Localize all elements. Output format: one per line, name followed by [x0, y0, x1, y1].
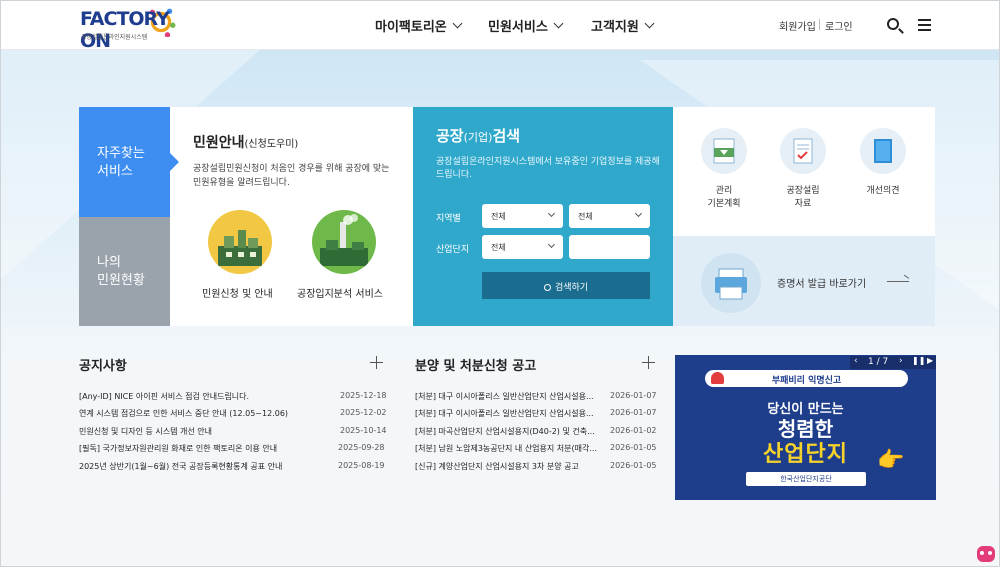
industrial-complex-label: 산업단지: [436, 245, 470, 255]
row-title: [처분] 대구 이시아폴리스 일반산업단지 산업시설용...: [415, 409, 594, 418]
region-select-1[interactable]: 전체: [482, 204, 563, 228]
row-date: 2026-01-07: [610, 391, 657, 400]
pointing-hand-icon: 👉: [877, 448, 905, 473]
hamburger-menu-icon[interactable]: [918, 19, 931, 31]
row-date: 2025-08-19: [338, 461, 385, 470]
management-plan-label[interactable]: 관리 기본계획: [684, 185, 764, 211]
certificate-issue-label[interactable]: 증명서 발급 바로가기: [777, 275, 866, 290]
next-arrow-icon[interactable]: ›: [899, 356, 903, 366]
civil-application-label[interactable]: 민원신청 및 안내: [202, 285, 273, 300]
row-date: 2026-01-05: [610, 443, 657, 452]
row-title: [신규] 계양산업단지 산업시설용지 3차 분양 공고: [415, 462, 579, 471]
select-value: 전체: [491, 212, 506, 221]
row-title: [Any-ID] NICE 아이핀 서비스 점검 안내드립니다.: [79, 392, 250, 401]
pill-text: 부패비리 익명신고: [771, 376, 842, 386]
nav-label: 고객지원: [591, 19, 639, 35]
nav-my-factory-on[interactable]: 마이팩토리온: [375, 0, 463, 50]
row-title: [필독] 국가정보자원관리원 화재로 인한 팩토리온 이용 안내: [79, 444, 278, 453]
chevron-down-icon: [547, 209, 556, 218]
banner-pager: ‹ 1 / 7 › ❚❚ ▶: [850, 356, 936, 369]
row-date: 2026-01-05: [610, 461, 657, 470]
search-button[interactable]: 검색하기: [482, 272, 650, 299]
row-title: [처분] 마곡산업단지 산업시설용지(D40-2) 및 건축...: [415, 427, 595, 436]
sale-more-plus-icon[interactable]: [642, 356, 655, 369]
industrial-complex-select[interactable]: 전체: [482, 235, 563, 259]
select-value: 전체: [491, 243, 506, 252]
chevron-down-icon: [553, 18, 564, 28]
region-label: 지역별: [436, 214, 461, 224]
row-date: 2025-10-14: [340, 426, 387, 435]
factory-on-logo[interactable]: FACTORY ON 공장설립온라인지원시스템: [80, 8, 190, 52]
tab-frequent-services[interactable]: 자주찾는 서비스: [79, 107, 179, 217]
select-value: 전체: [578, 212, 593, 221]
service-guide-title: 민원안내(신청도우미): [193, 132, 298, 152]
document-check-icon[interactable]: [780, 128, 826, 174]
search-icon[interactable]: [887, 18, 899, 30]
prev-arrow-icon[interactable]: ‹: [854, 356, 858, 366]
factory-chimney-icon[interactable]: [312, 210, 376, 274]
factory-building-icon[interactable]: [208, 210, 272, 274]
document-plan-icon[interactable]: [701, 128, 747, 174]
quick-label: 공장설립 자료: [786, 186, 820, 209]
pause-icon[interactable]: ❚❚: [912, 356, 925, 365]
nav-label: 마이팩토리온: [375, 19, 447, 35]
row-date: 2026-01-07: [610, 408, 657, 417]
nav-civil-service[interactable]: 민원서비스: [488, 0, 564, 50]
service-guide-desc: 공장설립민원신청이 처음인 경우를 위해 공장에 맞는 민원유형을 알려드립니다…: [193, 164, 390, 188]
siren-icon: [711, 372, 724, 384]
region-select-2[interactable]: 전체: [569, 204, 650, 228]
nav-customer-support[interactable]: 고객지원: [591, 0, 655, 50]
title-end: 검색: [492, 127, 521, 145]
company-search-desc: 공장설립온라인지원시스템에서 보유중인 기업정보를 제공해드립니다.: [436, 157, 660, 180]
arrow-right-icon: [887, 281, 909, 282]
mascot-icon[interactable]: [977, 546, 995, 562]
button-label: 검색하기: [554, 283, 589, 293]
book-icon[interactable]: [860, 128, 906, 174]
row-date: 2026-01-02: [610, 426, 657, 435]
title-sub: (기업): [463, 131, 493, 144]
row-date: 2025-09-28: [338, 443, 385, 452]
join-link[interactable]: 회원가입: [779, 18, 816, 33]
chevron-down-icon: [644, 18, 655, 28]
row-title: 민원신청 및 디자인 등 시스템 개선 안내: [79, 427, 213, 436]
row-title: 2025년 상반기(1월~6월) 전국 공장등록현황통계 공표 안내: [79, 462, 283, 471]
play-icon[interactable]: ▶: [927, 356, 933, 365]
site-header: FACTORY ON 공장설립온라인지원시스템 마이팩토리온 민원서비스 고객지…: [0, 0, 1000, 52]
tab-label: 나의 민원현황: [97, 255, 145, 288]
search-icon: [543, 284, 551, 291]
row-date: 2025-12-02: [340, 408, 387, 417]
nav-label: 민원서비스: [488, 19, 548, 35]
logo-subtitle: 공장설립온라인지원시스템: [81, 34, 148, 41]
company-search-title: 공장(기업)검색: [436, 125, 520, 146]
title-main: 민원안내: [193, 135, 245, 151]
row-title: [처분] 남원 노암제3농공단지 내 산업용지 처분(매각...: [415, 444, 597, 453]
quick-label: 관리 기본계획: [707, 186, 741, 209]
tab-label: 자주찾는 서비스: [97, 146, 145, 179]
chevron-down-icon: [452, 18, 463, 28]
improvement-opinion-label[interactable]: 개선의견: [843, 185, 923, 198]
row-title: [처분] 대구 이시아폴리스 일반산업단지 산업시설용...: [415, 392, 594, 401]
banner-footer: 한국산업단지공단: [746, 472, 866, 486]
logo-text: FACTORY ON: [80, 8, 170, 52]
tab-my-civil-status[interactable]: 나의 민원현황: [79, 217, 170, 326]
location-analysis-label[interactable]: 공장입지분석 서비스: [297, 285, 383, 300]
printer-icon: [701, 253, 761, 313]
row-date: 2025-12-18: [340, 391, 387, 400]
notice-title: 공지사항: [79, 359, 127, 374]
notice-more-plus-icon[interactable]: [370, 356, 383, 369]
util-divider: [819, 19, 820, 30]
pager-count: 1 / 7: [868, 357, 889, 367]
factory-materials-label[interactable]: 공장설립 자료: [763, 185, 843, 211]
login-link[interactable]: 로그인: [825, 18, 853, 33]
chevron-down-icon: [547, 240, 556, 249]
title-sub: (신청도우미): [244, 139, 299, 150]
chevron-down-icon: [634, 209, 643, 218]
row-title: 연계 시스템 점검으로 인한 서비스 중단 안내 (12.05~12.06): [79, 409, 289, 418]
banner-pill: 부패비리 익명신고: [705, 370, 908, 387]
industrial-complex-input[interactable]: [569, 235, 650, 259]
title-main: 공장: [436, 127, 464, 145]
sale-notice-title: 분양 및 처분신청 공고: [415, 359, 537, 374]
quick-label: 개선의견: [866, 186, 900, 196]
